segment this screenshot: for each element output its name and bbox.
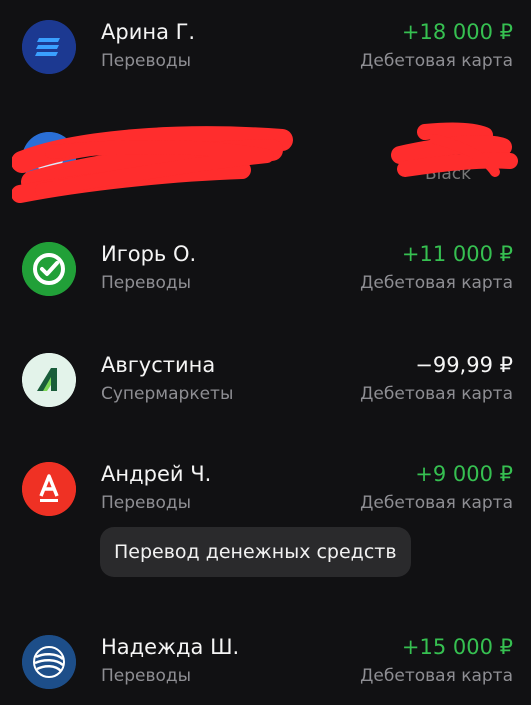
transaction-category: Переводы xyxy=(101,666,192,686)
transaction-amount: −99,99 ₽ xyxy=(415,353,513,377)
redaction-scribble-right xyxy=(391,122,518,177)
transaction-row[interactable]: Андрей Ч. Переводы +9 000 ₽ Дебетовая ка… xyxy=(0,442,531,532)
transaction-row[interactable]: Арина Г. Переводы +18 000 ₽ Дебетовая ка… xyxy=(0,0,531,90)
transaction-category: Переводы xyxy=(101,493,192,513)
transaction-account: Дебетовая карта xyxy=(360,384,513,404)
transaction-account: Дебетовая карта xyxy=(360,273,513,293)
transaction-amount: +11 000 ₽ xyxy=(401,242,513,266)
sber-check-icon xyxy=(22,242,76,296)
transaction-amount: +15 000 ₽ xyxy=(401,635,513,659)
redaction-scribble-left xyxy=(12,126,293,203)
transaction-name: Арина Г. xyxy=(101,20,196,44)
globe-bank-icon xyxy=(22,635,76,689)
transaction-account: Дебетовая карта xyxy=(360,51,513,71)
transaction-amount: +18 000 ₽ xyxy=(401,20,513,44)
transaction-name: Августина xyxy=(101,353,216,377)
transaction-name: Игорь О. xyxy=(101,242,197,266)
transaction-name: Надежда Ш. xyxy=(101,635,240,659)
transaction-account: Дебетовая карта xyxy=(360,493,513,513)
transaction-row[interactable]: Надежда Ш. Переводы +15 000 ₽ Дебетовая … xyxy=(0,615,531,705)
transaction-row[interactable]: Игорь О. Переводы +11 000 ₽ Дебетовая ка… xyxy=(0,222,531,312)
supermarket-a-icon xyxy=(22,353,76,407)
transaction-category: Переводы xyxy=(101,51,192,71)
transaction-row-redacted[interactable]: Black xyxy=(0,112,531,203)
transaction-row[interactable]: Августина Супермаркеты −99,99 ₽ Дебетова… xyxy=(0,333,531,423)
transaction-amount: +9 000 ₽ xyxy=(415,462,513,486)
transaction-category: Переводы xyxy=(101,273,192,293)
transaction-name: Андрей Ч. xyxy=(101,462,212,486)
alfa-a-icon xyxy=(22,462,76,516)
transaction-account: Дебетовая карта xyxy=(360,666,513,686)
bank-logo-stripes-icon xyxy=(22,20,76,74)
transfer-message-chip: Перевод денежных средств xyxy=(100,527,411,577)
transaction-category: Супермаркеты xyxy=(101,384,234,404)
